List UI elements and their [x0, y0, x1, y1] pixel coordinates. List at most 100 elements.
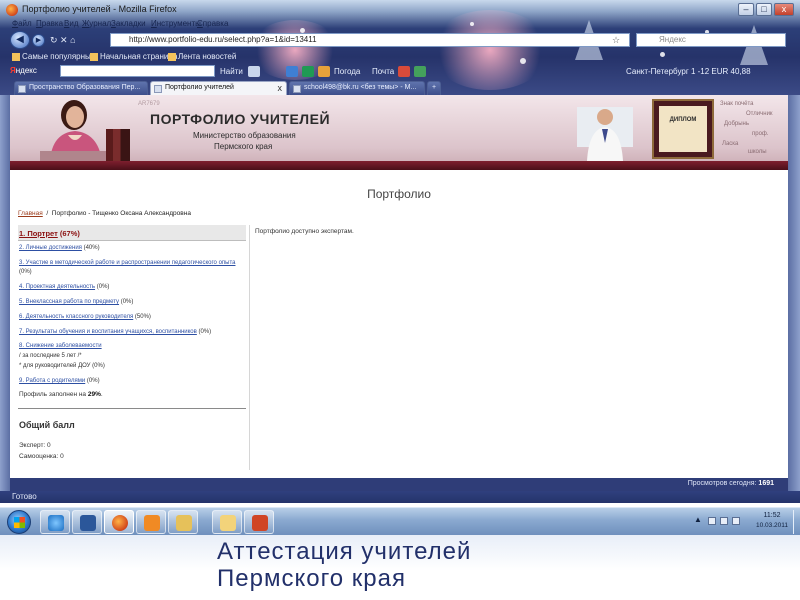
- bookmark-icon: [12, 52, 20, 61]
- firefox-icon: [6, 4, 18, 16]
- yandex-weather[interactable]: Погода: [334, 67, 360, 76]
- reload-stop-home-icons[interactable]: ↻ ✕ ⌂: [50, 35, 105, 46]
- volume-icon[interactable]: [732, 517, 740, 525]
- teacher-photo: [40, 100, 110, 161]
- web-page: AR7679 ПОРТФОЛИО УЧИТЕЛЕЙ Министерство о…: [10, 95, 788, 491]
- breadcrumb-home-link[interactable]: Главная: [18, 210, 43, 217]
- banner-title: ПОРТФОЛИО УЧИТЕЛЕЙ: [150, 111, 331, 127]
- divider: [18, 408, 246, 409]
- window-scrollbar-area[interactable]: [788, 95, 800, 491]
- bookmark-star-icon[interactable]: ☆: [612, 35, 620, 46]
- close-button[interactable]: x: [774, 3, 794, 16]
- menu-help[interactable]: Справка: [197, 19, 228, 28]
- portfolio-availability-text: Портфолио доступно экспертам.: [255, 228, 354, 235]
- section-morbidity-note: / за последние 5 лет /*: [19, 353, 82, 359]
- city-weather-currency: Санкт-Петербург 1 -12 EUR 40,88: [626, 67, 751, 76]
- section-results: 7. Результаты обучения и воспитания учащ…: [19, 329, 212, 335]
- taskbar-word[interactable]: [72, 510, 102, 534]
- status-bar: Готово: [0, 491, 800, 503]
- taskbar-explorer[interactable]: [212, 510, 242, 534]
- diploma-label: ДИПЛОМ: [659, 106, 707, 152]
- section-methodical-work-percent: (0%): [19, 269, 32, 275]
- taskbar-firefox[interactable]: [104, 510, 134, 534]
- yandex-search-input[interactable]: [60, 65, 215, 77]
- window-title: Портфолио учителей - Mozilla Firefox: [22, 4, 177, 14]
- tray-expand-icon[interactable]: ▲: [694, 515, 702, 524]
- minimize-button[interactable]: –: [738, 3, 754, 16]
- app-icon[interactable]: [398, 66, 410, 77]
- new-tab-button[interactable]: +: [427, 81, 441, 95]
- section-portrait: 1. Портрет (67%): [19, 229, 80, 238]
- bookmark-icon: [90, 52, 98, 61]
- tab-education-space[interactable]: Пространство Образования Пер...: [14, 81, 148, 95]
- paint-icon: [176, 515, 192, 531]
- yandex-find-button[interactable]: Найти: [220, 67, 243, 76]
- taskbar-internet-explorer[interactable]: [40, 510, 70, 534]
- menu-bookmarks[interactable]: Закладки: [111, 19, 146, 28]
- views-counter: Просмотров сегодня: 1691: [687, 480, 774, 487]
- app-icon[interactable]: [414, 66, 426, 77]
- bookmark-start-page[interactable]: Начальная страница: [90, 52, 177, 61]
- bookmark-news-feed[interactable]: Лента новостей: [168, 52, 236, 61]
- tab-portfolio[interactable]: Портфолио учителей x: [150, 81, 287, 95]
- word-cloud-item: Добрынь: [724, 121, 749, 127]
- menu-tools[interactable]: Инструменты: [151, 19, 201, 28]
- forward-button[interactable]: ▶: [32, 34, 45, 47]
- maximize-button[interactable]: □: [756, 3, 772, 16]
- taskbar-app[interactable]: [136, 510, 166, 534]
- system-tray: ▲: [694, 514, 744, 528]
- firefox-icon: [112, 515, 128, 531]
- word-cloud: Знак почёта Отличник Добрынь проф. Ласка…: [718, 97, 788, 159]
- slide-caption-line-2: Пермского края: [217, 565, 406, 592]
- checkmark-icon[interactable]: [286, 66, 298, 77]
- mail-icon[interactable]: [302, 66, 314, 77]
- diploma-image: ДИПЛОМ: [652, 99, 714, 159]
- section-achievements: 2. Личные достижения (40%): [19, 245, 100, 251]
- start-button[interactable]: [7, 510, 31, 534]
- section-morbidity-note-2: * для руководителей ДОУ (0%): [19, 363, 105, 369]
- browser-chrome: Портфолио учителей - Mozilla Firefox – □…: [0, 0, 800, 95]
- section-projects: 4. Проектная деятельность (0%): [19, 284, 110, 290]
- show-desktop-button[interactable]: [793, 510, 799, 534]
- menu-history[interactable]: Журнал: [82, 19, 111, 28]
- tab-bar: Пространство Образования Пер... Портфоли…: [0, 80, 800, 95]
- section-methodical-work: 3. Участие в методической работе и распр…: [19, 260, 236, 266]
- url-bar[interactable]: http://www.portfolio-edu.ru/select.php?a…: [110, 33, 630, 47]
- menu-bar: Файл Правка Вид Журнал Закладки Инструме…: [0, 19, 800, 31]
- clock-time[interactable]: 11:52: [752, 512, 792, 519]
- portfolio-sections: 1. Портрет (67%) 2. Личные достижения (4…: [18, 225, 246, 465]
- page-footer: Просмотров сегодня: 1691: [10, 478, 788, 491]
- powerpoint-icon: [252, 515, 268, 531]
- folder-icon: [220, 515, 236, 531]
- self-assessment-score: Самооценка: 0: [19, 453, 64, 460]
- taskbar-paint[interactable]: [168, 510, 198, 534]
- word-icon: [80, 515, 96, 531]
- weather-icon[interactable]: [318, 66, 330, 77]
- books-image: [106, 129, 130, 161]
- back-button[interactable]: ◀: [10, 31, 30, 49]
- banner-subtitle: Пермского края: [214, 142, 273, 151]
- tab-mail[interactable]: school498@bk.ru <без темы> - M...: [289, 81, 425, 95]
- network-icon[interactable]: [720, 517, 728, 525]
- page-icon: [154, 85, 162, 93]
- flag-icon[interactable]: [708, 517, 716, 525]
- search-input[interactable]: Яндекс: [636, 33, 786, 47]
- word-cloud-item: школы: [748, 149, 767, 155]
- section-class-teacher: 6. Деятельность классного руководителя (…: [19, 314, 151, 320]
- menu-file[interactable]: Файл: [12, 19, 32, 28]
- bookmark-most-visited[interactable]: Самые популярные: [12, 52, 95, 61]
- pen-icon[interactable]: [248, 66, 260, 77]
- banner-watermark: AR7679: [138, 101, 160, 107]
- yandex-mail[interactable]: Почта: [372, 67, 394, 76]
- teacher-man-photo: [577, 107, 633, 161]
- clock-date[interactable]: 10.03.2011: [752, 522, 792, 529]
- total-score-heading: Общий балл: [19, 420, 75, 430]
- taskbar-powerpoint[interactable]: [244, 510, 274, 534]
- menu-edit[interactable]: Правка: [36, 19, 63, 28]
- word-cloud-item: Знак почёта: [720, 101, 754, 107]
- menu-view[interactable]: Вид: [64, 19, 78, 28]
- yandex-toolbar: Яндекс Найти Погода Почта Санкт-Петербур…: [0, 64, 800, 79]
- breadcrumb-current: Портфолио - Тищенко Оксана Александровна: [51, 210, 191, 217]
- tab-close-icon[interactable]: x: [278, 82, 283, 94]
- section-extracurricular: 5. Внеклассная работа по предмету (0%): [19, 299, 134, 305]
